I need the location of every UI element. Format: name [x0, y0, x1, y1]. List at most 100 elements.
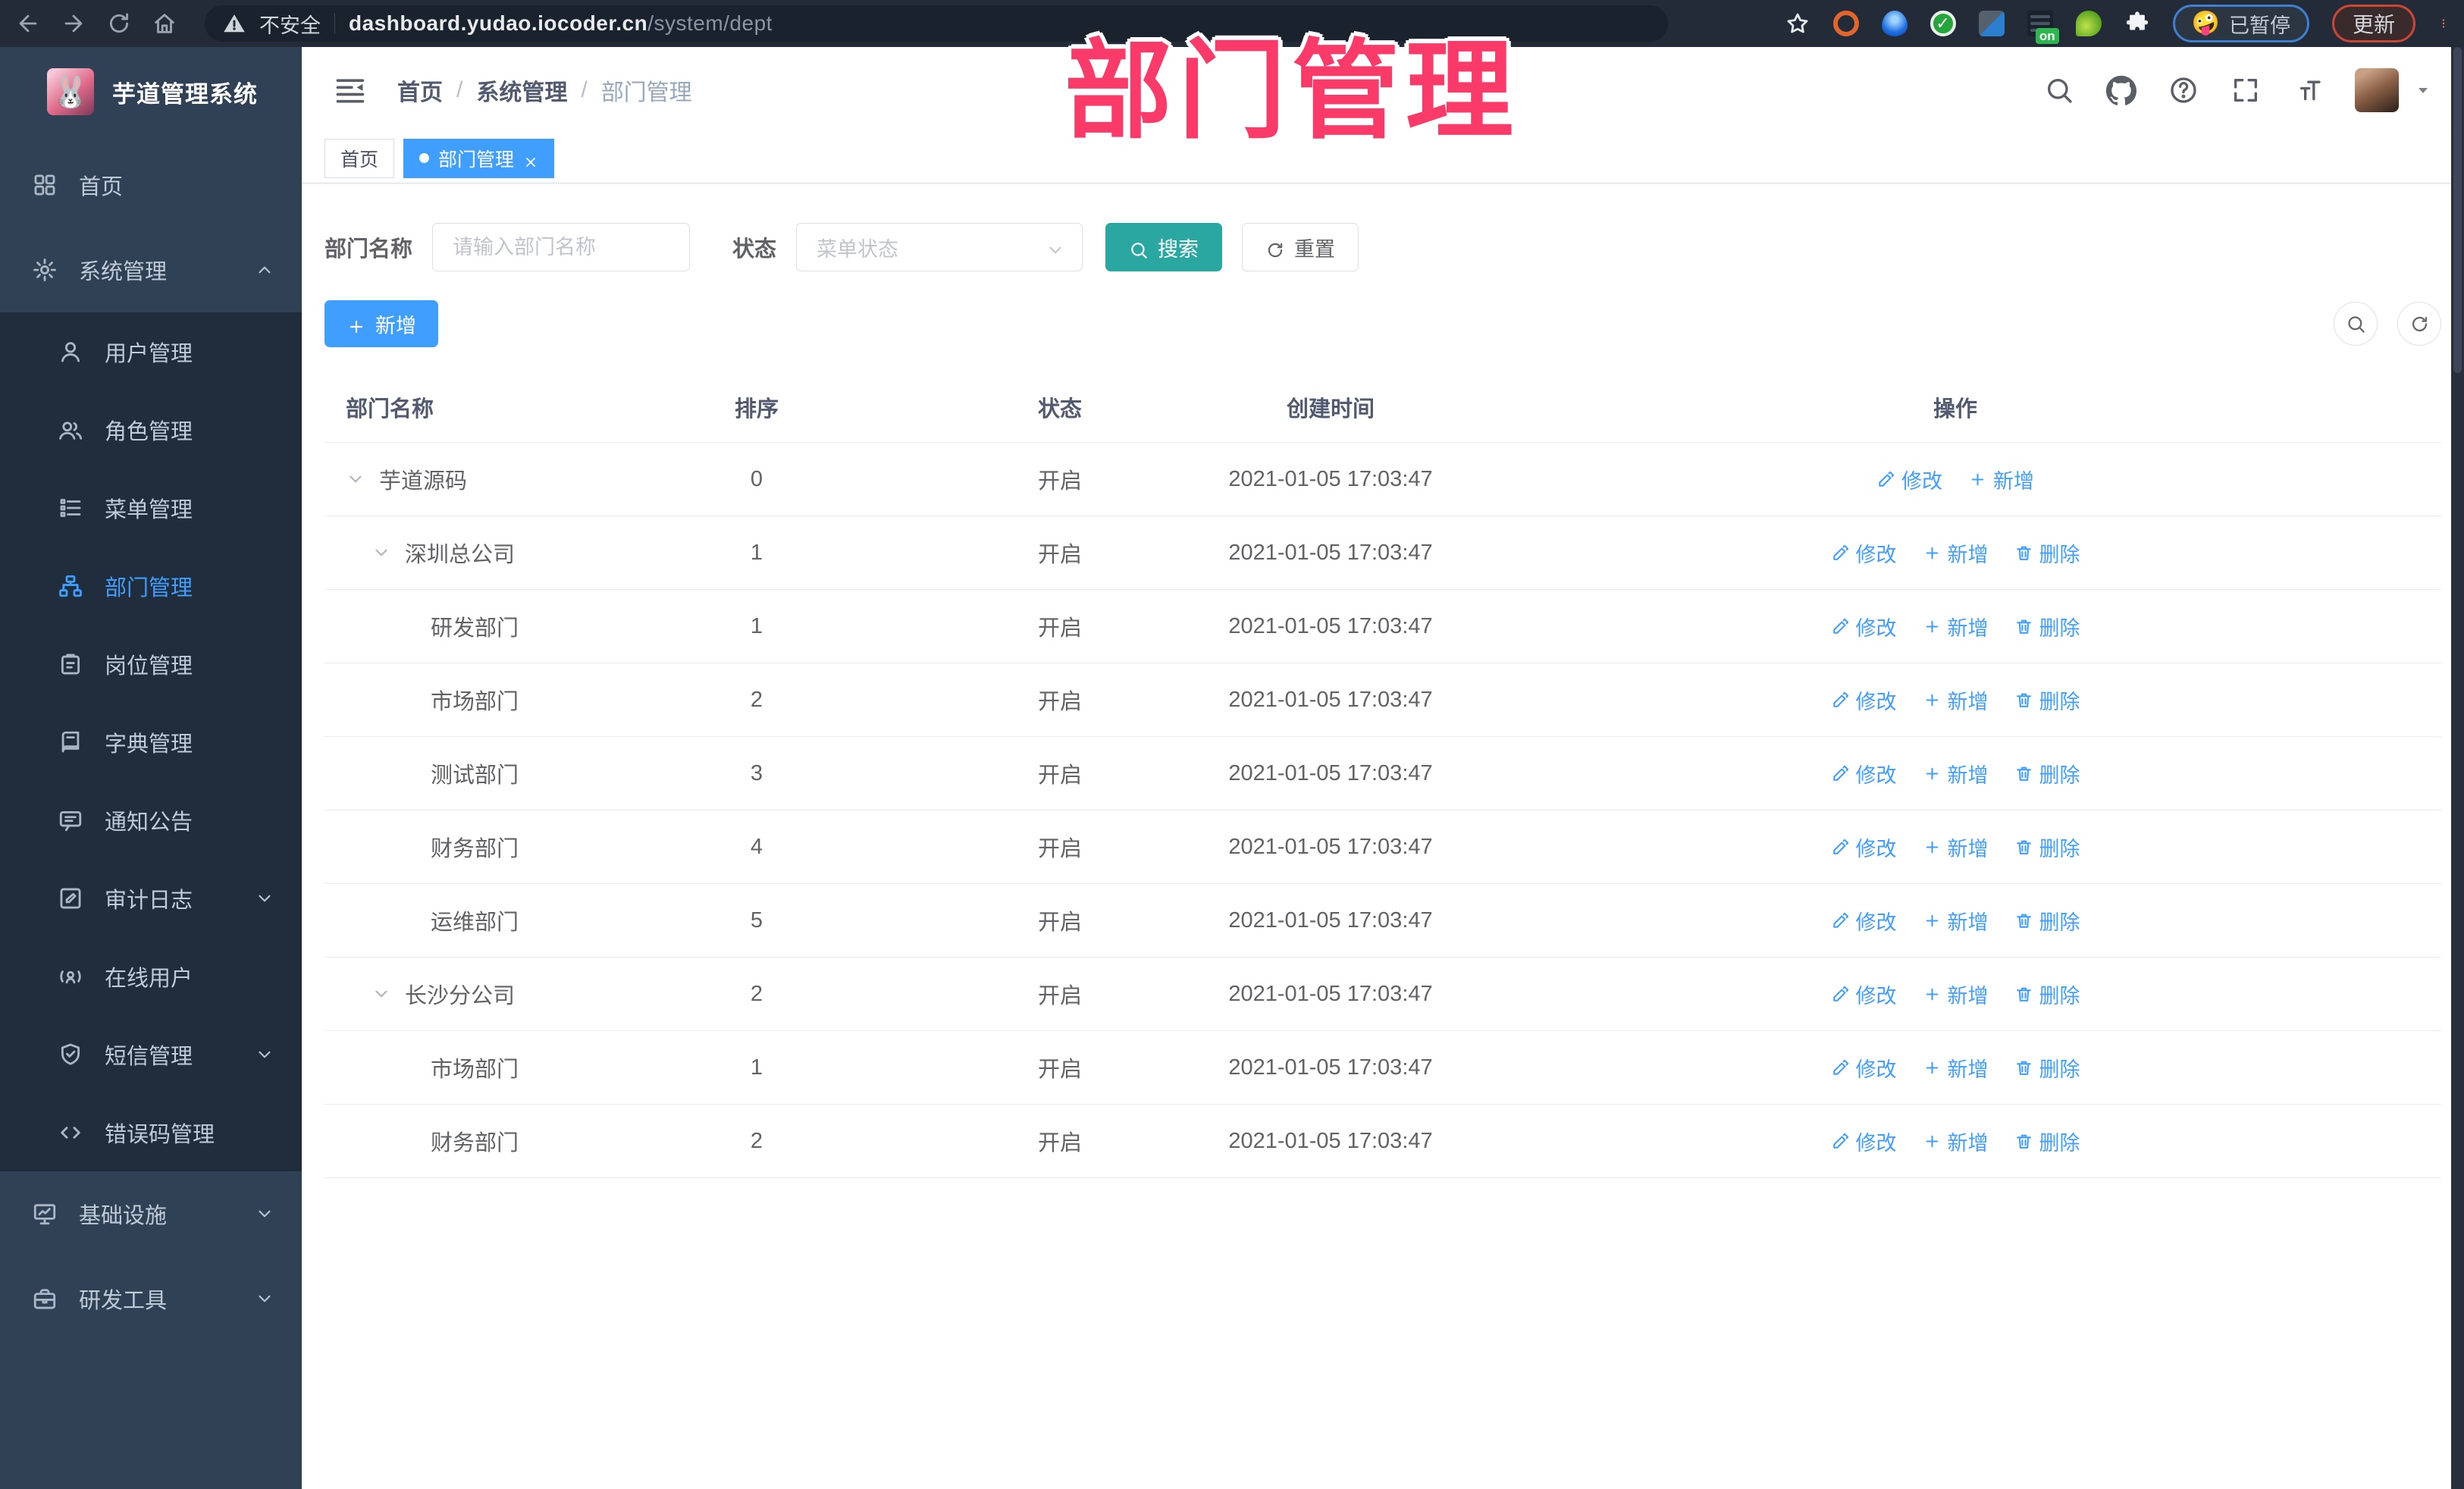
- browser-forward-icon[interactable]: [61, 11, 86, 36]
- tab-0[interactable]: 首页: [324, 138, 395, 178]
- row-action-plus[interactable]: 新增: [1923, 538, 1989, 568]
- row-action-delete[interactable]: 删除: [2014, 832, 2080, 862]
- row-action-edit[interactable]: 修改: [1831, 1127, 1897, 1156]
- github-icon[interactable]: [2106, 75, 2136, 105]
- status-cell: 开启: [1037, 616, 1082, 641]
- row-action-delete[interactable]: 删除: [2014, 612, 2080, 641]
- app-logo-row[interactable]: 🐰 芋道管理系统: [0, 47, 302, 136]
- extension-bars-icon[interactable]: on: [2027, 11, 2059, 44]
- bookmark-star-icon[interactable]: [1785, 11, 1810, 36]
- row-action-delete[interactable]: 删除: [2014, 980, 2080, 1009]
- extension-sprout-icon[interactable]: [2075, 11, 2102, 36]
- created-cell: 2021-01-05 17:03:47: [1228, 1055, 1433, 1080]
- expand-toggle[interactable]: [346, 469, 379, 489]
- user-avatar[interactable]: [2355, 68, 2399, 112]
- tabs-bar: 首页 部门管理: [302, 133, 2464, 183]
- row-action-plus[interactable]: 新增: [1968, 465, 2034, 494]
- status-cell: 开启: [1037, 1131, 1082, 1155]
- url-separator: [334, 13, 335, 34]
- sidebar-item-12[interactable]: 错误码管理: [0, 1093, 302, 1171]
- row-action-delete[interactable]: 删除: [2014, 1127, 2080, 1156]
- help-icon[interactable]: [2168, 75, 2199, 105]
- row-action-plus[interactable]: 新增: [1923, 1053, 1989, 1083]
- browser-home-icon[interactable]: [152, 11, 177, 36]
- row-action-plus[interactable]: 新增: [1923, 612, 1989, 641]
- chevron-down-icon: [259, 1295, 271, 1302]
- sidebar-item-8[interactable]: 通知公告: [0, 781, 302, 859]
- breadcrumb-item-0[interactable]: 首页: [397, 74, 443, 107]
- toggle-search-button[interactable]: [2334, 302, 2378, 346]
- row-action-edit[interactable]: 修改: [1831, 906, 1897, 936]
- sidebar-item-2[interactable]: 用户管理: [0, 312, 302, 390]
- row-action-edit[interactable]: 修改: [1831, 759, 1897, 788]
- row-action-delete[interactable]: 删除: [2014, 538, 2080, 568]
- profile-paused-badge[interactable]: 🤪 已暂停: [2172, 5, 2309, 42]
- row-action-plus[interactable]: 新增: [1923, 685, 1989, 715]
- delete-icon: [2016, 1061, 2031, 1075]
- row-action-edit[interactable]: 修改: [1831, 832, 1897, 862]
- row-action-plus[interactable]: 新增: [1923, 906, 1989, 936]
- row-action-plus[interactable]: 新增: [1923, 759, 1989, 788]
- created-cell: 2021-01-05 17:03:47: [1228, 760, 1433, 785]
- status-select[interactable]: 菜单状态: [796, 223, 1083, 271]
- row-action-edit[interactable]: 修改: [1831, 538, 1897, 568]
- sidebar-item-9[interactable]: 审计日志: [0, 859, 302, 937]
- row-action-edit[interactable]: 修改: [1831, 612, 1897, 641]
- row-actions: 修改 新增 删除: [1469, 832, 2441, 862]
- sidebar-item-5[interactable]: 部门管理: [0, 547, 302, 625]
- sidebar-item-11[interactable]: 短信管理: [0, 1015, 302, 1093]
- page-scrollbar[interactable]: [2451, 47, 2464, 1489]
- row-action-delete[interactable]: 删除: [2014, 1053, 2080, 1083]
- sidebar-item-14[interactable]: 研发工具: [0, 1256, 302, 1341]
- browser-update-button[interactable]: 更新: [2331, 5, 2415, 42]
- browser-reload-icon[interactable]: [106, 11, 132, 36]
- row-action-delete[interactable]: 删除: [2014, 906, 2080, 936]
- extension-check-icon[interactable]: ✓: [1930, 11, 1956, 36]
- add-button[interactable]: 新增: [324, 300, 438, 347]
- extension-ring-icon[interactable]: [1832, 11, 1859, 36]
- font-size-icon[interactable]: [2293, 75, 2323, 105]
- sidebar-item-6[interactable]: 岗位管理: [0, 625, 302, 703]
- dept-name-input[interactable]: [432, 223, 691, 271]
- sidebar-item-7[interactable]: 字典管理: [0, 703, 302, 781]
- row-action-edit[interactable]: 修改: [1831, 980, 1897, 1009]
- row-action-delete[interactable]: 删除: [2014, 685, 2080, 715]
- row-action-edit[interactable]: 修改: [1876, 465, 1942, 494]
- sidebar-item-13[interactable]: 基础设施: [0, 1171, 302, 1256]
- dept-name: 财务部门: [431, 1131, 519, 1155]
- hamburger-icon: [336, 79, 365, 103]
- column-header-3: 创建时间: [1286, 397, 1375, 422]
- search-button[interactable]: 搜索: [1105, 223, 1223, 271]
- header-search-icon[interactable]: [2044, 75, 2074, 105]
- row-action-plus[interactable]: 新增: [1923, 1127, 1989, 1156]
- tab-1[interactable]: 部门管理: [403, 138, 555, 178]
- sidebar-collapse-icon[interactable]: [334, 74, 367, 107]
- row-action-edit[interactable]: 修改: [1831, 685, 1897, 715]
- sidebar-item-4[interactable]: 菜单管理: [0, 469, 302, 547]
- row-action-plus[interactable]: 新增: [1923, 980, 1989, 1009]
- extensions-puzzle-icon[interactable]: [2124, 11, 2150, 36]
- puzzle-icon: [2126, 11, 2148, 30]
- tab-close-icon[interactable]: [523, 151, 538, 167]
- browser-menu-dots-icon[interactable]: [2438, 7, 2449, 40]
- sidebar-item-0[interactable]: 首页: [0, 143, 302, 227]
- extension-grid-icon[interactable]: [1978, 11, 2005, 36]
- sidebar-item-3[interactable]: 角色管理: [0, 390, 302, 469]
- refresh-table-button[interactable]: [2397, 302, 2441, 346]
- status-cell: 开启: [1037, 469, 1082, 494]
- reset-button[interactable]: 重置: [1242, 223, 1359, 271]
- row-action-plus[interactable]: 新增: [1923, 832, 1989, 862]
- expand-toggle[interactable]: [371, 543, 405, 563]
- sort-cell: 2: [750, 1128, 763, 1153]
- sidebar-item-10[interactable]: 在线用户: [0, 937, 302, 1015]
- expand-toggle[interactable]: [371, 984, 405, 1004]
- extension-drop-icon[interactable]: [1881, 11, 1908, 36]
- fullscreen-icon[interactable]: [2230, 75, 2261, 105]
- address-bar[interactable]: 不安全 dashboard.yudao.iocoder.cn/system/de…: [205, 5, 1668, 42]
- breadcrumb-item-1[interactable]: 系统管理: [476, 74, 567, 107]
- row-action-delete[interactable]: 删除: [2014, 759, 2080, 788]
- row-action-edit[interactable]: 修改: [1831, 1053, 1897, 1083]
- sidebar-item-1[interactable]: 系统管理: [0, 227, 302, 312]
- avatar-caret-down-icon[interactable]: [2414, 81, 2432, 99]
- browser-back-icon[interactable]: [15, 11, 41, 36]
